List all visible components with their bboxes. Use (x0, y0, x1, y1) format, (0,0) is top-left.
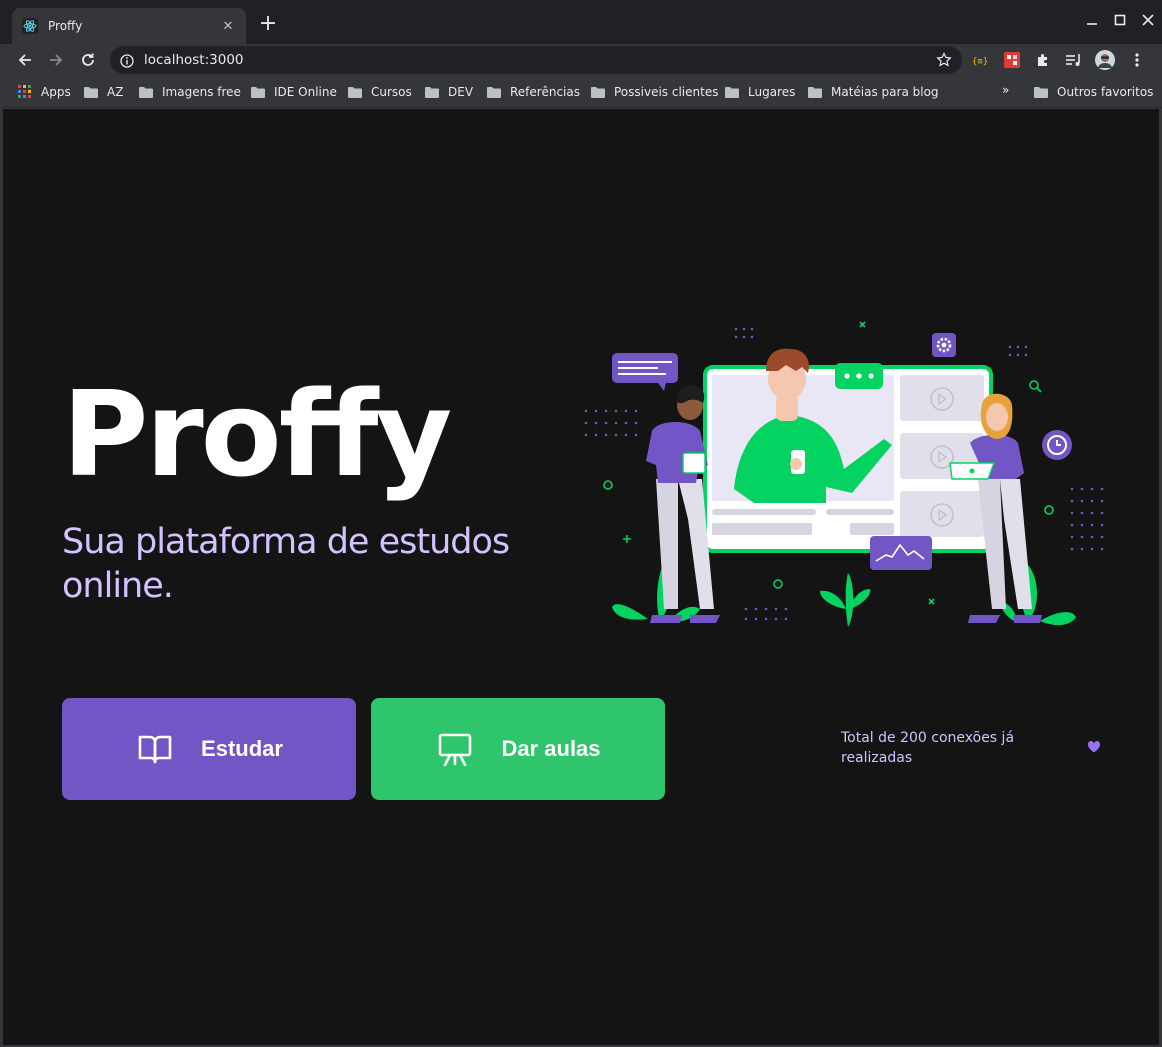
new-tab-icon[interactable]: + (258, 13, 278, 35)
bookmark-folder[interactable]: Possiveis clientes (591, 83, 718, 101)
browser-toolbar: localhost:3000 {≡} (0, 44, 1162, 76)
bookmark-label: Lugares (748, 85, 796, 99)
teach-button-label: Dar aulas (501, 736, 601, 761)
bookmark-label: Possiveis clientes (614, 85, 719, 99)
bookmark-label: Apps (41, 85, 71, 99)
folder-icon (139, 86, 153, 98)
bookmark-label: Outros favoritos (1057, 85, 1154, 99)
study-button[interactable]: Estudar (62, 698, 356, 800)
tab-close-icon[interactable]: ✕ (220, 19, 236, 34)
bookmark-label: Matéias para blog (831, 85, 939, 99)
bookmark-label: IDE Online (274, 85, 337, 99)
profile-avatar[interactable] (1095, 50, 1115, 70)
bookmarks-overflow-icon[interactable]: » (1002, 83, 1009, 97)
bookmark-folder[interactable]: IDE Online (251, 83, 337, 101)
analytics-chart-icon (870, 536, 932, 570)
purple-heart-icon (1087, 741, 1101, 753)
study-button-label: Estudar (201, 736, 283, 761)
proffy-logo: Proffy (62, 379, 453, 503)
folder-icon (251, 86, 265, 98)
react-favicon-icon (22, 18, 38, 34)
address-bar[interactable]: localhost:3000 (110, 46, 962, 74)
site-info-icon[interactable] (120, 53, 134, 68)
apps-grid-icon (18, 85, 31, 98)
logo-text: Proffy (62, 379, 450, 503)
plant-left (612, 563, 700, 622)
bookmark-label: Referências (510, 85, 580, 99)
tab-title: Proffy (48, 19, 83, 33)
settings-gear-icon (932, 333, 956, 357)
media-queue-icon[interactable] (1064, 50, 1084, 70)
bookmark-label: AZ (107, 85, 124, 99)
tab-strip: Proffy ✕ + (0, 0, 1162, 44)
bookmark-folder[interactable]: Referências (487, 83, 580, 101)
total-connections: Total de 200 conexões já realizadas (841, 730, 1015, 766)
bookmark-folder[interactable]: Lugares (725, 83, 795, 101)
typing-bubble-icon (835, 363, 883, 389)
bookmark-apps[interactable]: Apps (18, 83, 71, 101)
back-icon[interactable] (13, 48, 37, 72)
teach-button[interactable]: Dar aulas (371, 698, 665, 800)
folder-icon (725, 86, 739, 98)
open-book-icon (135, 729, 175, 769)
plant-center (820, 573, 871, 627)
bookmark-label: DEV (448, 85, 474, 99)
folder-icon (487, 86, 501, 98)
page-subtitle: Sua plataforma de estudos online. (62, 522, 510, 606)
forward-icon[interactable] (44, 48, 68, 72)
svg-text:{≡}: {≡} (972, 57, 988, 67)
reload-icon[interactable] (76, 48, 100, 72)
extension-red-icon[interactable] (1002, 50, 1022, 70)
folder-icon (808, 86, 822, 98)
dots-grid-right (1070, 487, 1104, 551)
bookmark-folder[interactable]: Imagens free (139, 83, 241, 101)
other-bookmarks-folder[interactable]: Outros favoritos (1034, 83, 1153, 101)
minimize-icon[interactable] (1078, 0, 1106, 44)
bookmark-folder[interactable]: Matéias para blog (808, 83, 939, 101)
bookmark-folder[interactable]: AZ (84, 83, 123, 101)
page-viewport: Proffy Sua plataforma de estudos online. (3, 109, 1159, 1045)
presentation-board-icon (435, 729, 475, 769)
bookmark-folder[interactable]: DEV (425, 83, 473, 101)
url-text: localhost:3000 (144, 52, 244, 68)
folder-icon (348, 86, 362, 98)
extension-json-icon[interactable]: {≡} (970, 50, 990, 70)
chat-bubble-icon (612, 353, 678, 391)
maximize-icon[interactable] (1106, 0, 1134, 44)
bookmarks-bar: Apps AZ Imagens free IDE Online Cursos D… (0, 76, 1162, 108)
bookmark-label: Imagens free (162, 85, 241, 99)
clock-icon (1042, 430, 1072, 460)
folder-icon (591, 86, 605, 98)
folder-icon (84, 86, 98, 98)
window-controls (1078, 0, 1162, 44)
hero-illustration (584, 321, 1104, 627)
close-window-icon[interactable] (1134, 0, 1162, 44)
browser-tab[interactable]: Proffy ✕ (12, 8, 246, 44)
bookmark-label: Cursos (371, 85, 412, 99)
folder-icon (1034, 86, 1048, 98)
folder-icon (425, 86, 439, 98)
chrome-menu-icon[interactable] (1127, 50, 1147, 70)
extensions-puzzle-icon[interactable] (1033, 50, 1053, 70)
bookmark-star-icon[interactable] (936, 52, 952, 68)
bookmark-folder[interactable]: Cursos (348, 83, 412, 101)
